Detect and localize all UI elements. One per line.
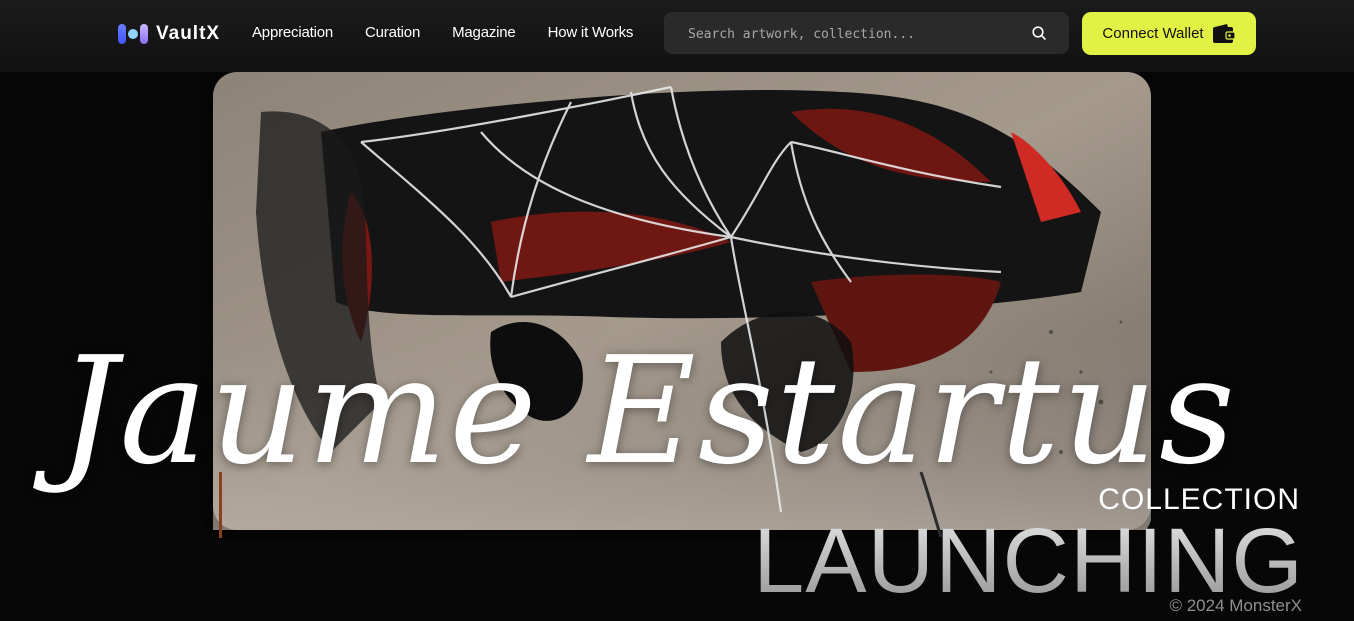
search-icon[interactable]: [1031, 25, 1047, 41]
brand-logo[interactable]: VaultX: [118, 22, 220, 46]
main-nav: Appreciation Curation Magazine How it Wo…: [252, 24, 633, 41]
wallet-icon: [1212, 23, 1236, 43]
hero-title: Jaume Estartus: [58, 325, 1238, 497]
nav-appreciation[interactable]: Appreciation: [252, 24, 333, 41]
connect-wallet-button[interactable]: Connect Wallet: [1082, 12, 1256, 55]
copyright-text: © 2024 MonsterX: [1169, 596, 1302, 615]
brand-name: VaultX: [156, 23, 221, 44]
search-box: [664, 12, 1069, 56]
vault-logo-icon: [118, 23, 152, 45]
nav-magazine[interactable]: Magazine: [452, 24, 516, 41]
nav-curation[interactable]: Curation: [365, 24, 420, 41]
connect-wallet-label: Connect Wallet: [1102, 25, 1204, 42]
top-navigation-bar: VaultX Appreciation Curation Magazine Ho…: [0, 0, 1354, 72]
search-input[interactable]: [686, 12, 1020, 56]
nav-how-it-works[interactable]: How it Works: [548, 24, 634, 41]
